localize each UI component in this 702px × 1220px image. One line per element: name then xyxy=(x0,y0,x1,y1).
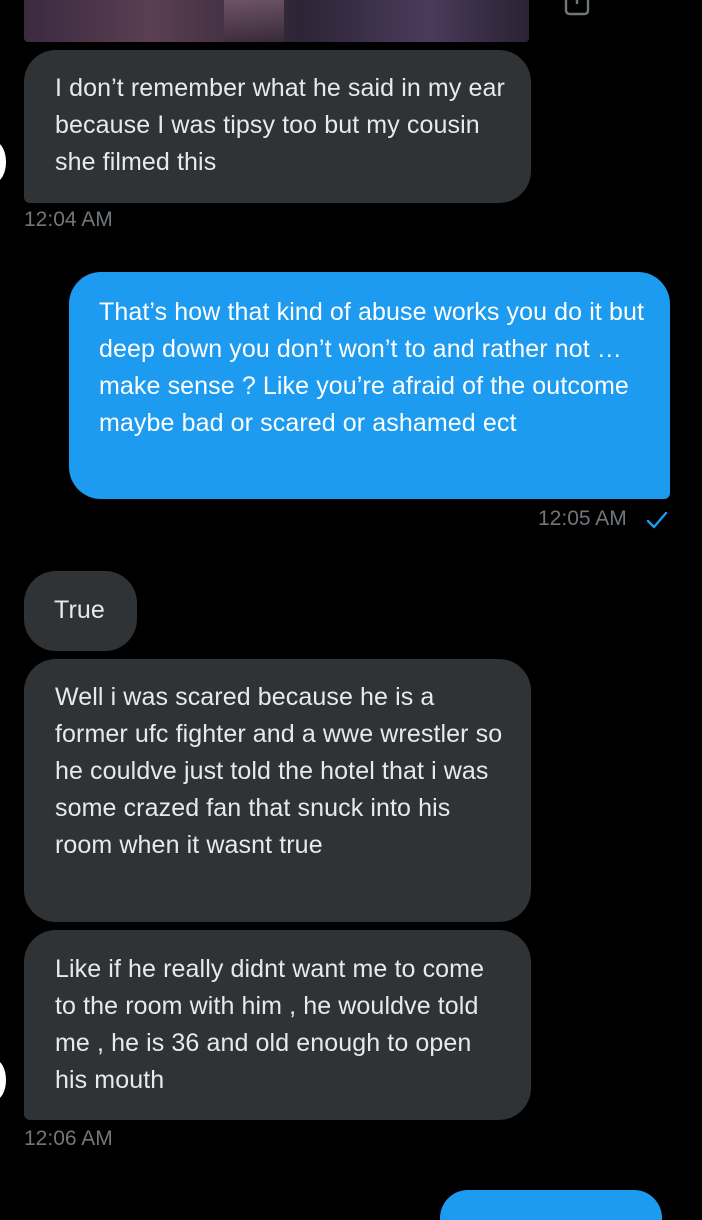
message-bubble-received[interactable]: Well i was scared because he is a former… xyxy=(24,659,531,922)
message-timestamp: 12:06 AM xyxy=(24,1127,113,1150)
message-bubble-received[interactable]: Like if he really didnt want me to come … xyxy=(24,930,531,1120)
message-text: True xyxy=(54,596,105,624)
message-text: Like if he really didnt want me to come … xyxy=(55,955,485,1094)
share-icon[interactable] xyxy=(562,0,592,22)
message-text: I don’t remember what he said in my ear … xyxy=(55,74,505,176)
message-timestamp: 12:05 AM xyxy=(538,507,627,530)
message-text: Well i was scared because he is a former… xyxy=(55,683,503,859)
sender-avatar[interactable] xyxy=(0,142,6,182)
media-highlight xyxy=(224,0,284,42)
sender-avatar[interactable] xyxy=(0,1060,6,1100)
message-timestamp: 12:04 AM xyxy=(24,208,113,231)
message-bubble-sent[interactable]: That’s how that kind of abuse works you … xyxy=(69,272,670,499)
message-text: That’s how that kind of abuse works you … xyxy=(99,298,645,437)
checkmark-icon xyxy=(646,511,668,529)
message-bubble-sent[interactable] xyxy=(440,1190,662,1220)
message-bubble-received[interactable]: True xyxy=(24,571,137,651)
message-bubble-received[interactable]: I don’t remember what he said in my ear … xyxy=(24,50,531,203)
media-attachment-preview[interactable] xyxy=(24,0,529,42)
